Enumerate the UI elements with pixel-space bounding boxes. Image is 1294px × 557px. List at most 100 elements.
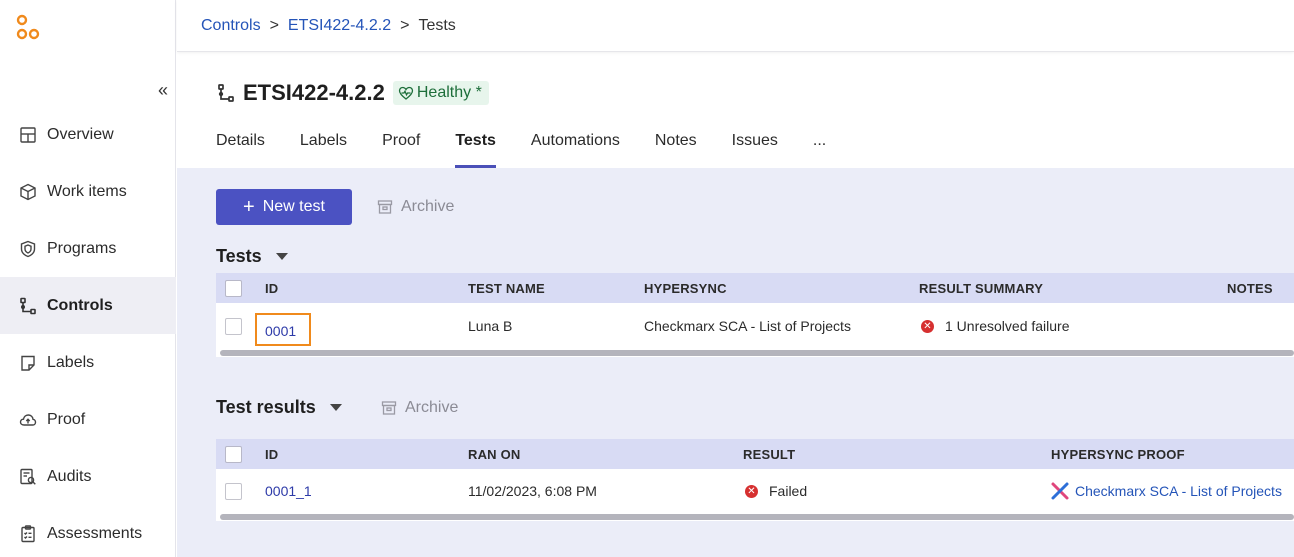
- chevron-down-icon[interactable]: [275, 253, 288, 260]
- clipboard-icon: [19, 524, 37, 543]
- column-header-result-summary[interactable]: RESULT SUMMARY: [919, 281, 1043, 296]
- tab-more[interactable]: ...: [813, 130, 826, 168]
- tab-bar: Details Labels Proof Tests Automations N…: [216, 130, 861, 168]
- table-row[interactable]: 0001 Luna B Checkmarx SCA - List of Proj…: [216, 303, 1294, 349]
- sidebar-item-label: Audits: [47, 467, 92, 485]
- tab-automations[interactable]: Automations: [531, 130, 620, 168]
- sidebar-item-label: Programs: [47, 239, 117, 257]
- tab-issues[interactable]: Issues: [732, 130, 778, 168]
- app-logo[interactable]: [14, 14, 42, 42]
- column-header-test-name[interactable]: TEST NAME: [468, 281, 545, 296]
- table-row[interactable]: 0001_1 11/02/2023, 6:08 PM ✕ Failed Chec…: [216, 469, 1294, 513]
- sidebar-item-assessments[interactable]: Assessments: [0, 505, 176, 557]
- sidebar-item-label: Overview: [47, 125, 114, 143]
- archive-icon: [381, 401, 397, 415]
- horizontal-scrollbar[interactable]: [216, 513, 1294, 521]
- tests-section-title: Tests: [216, 246, 288, 267]
- result-status: ✕ Failed: [745, 483, 807, 499]
- heart-pulse-icon: [398, 86, 414, 100]
- result-id-link[interactable]: 0001_1: [265, 483, 312, 499]
- sidebar-item-programs[interactable]: Programs: [0, 220, 176, 277]
- result-summary-text: 1 Unresolved failure: [945, 318, 1070, 334]
- select-all-checkbox[interactable]: [225, 445, 242, 463]
- sidebar-item-label: Controls: [47, 296, 113, 314]
- horizontal-scrollbar[interactable]: [216, 349, 1294, 357]
- breadcrumb-link-control[interactable]: ETSI422-4.2.2: [288, 17, 391, 35]
- label-icon: [19, 354, 37, 372]
- sidebar-item-label: Assessments: [47, 524, 143, 542]
- breadcrumb: Controls > ETSI422-4.2.2 > Tests: [177, 0, 1294, 52]
- status-badge-label: Healthy *: [416, 84, 482, 101]
- test-results-table: ID RAN ON RESULT HYPERSYNC PROOF 0001_1 …: [216, 439, 1294, 521]
- column-header-id[interactable]: ID: [265, 447, 278, 462]
- column-header-notes[interactable]: NOTES: [1227, 281, 1273, 296]
- page-header: ETSI422-4.2.2 Healthy *: [217, 80, 489, 106]
- column-header-ran-on[interactable]: RAN ON: [468, 447, 520, 462]
- section-title-text: Tests: [216, 246, 262, 266]
- test-results-section-title: Test results: [216, 397, 342, 418]
- tests-table: ID TEST NAME HYPERSYNC RESULT SUMMARY NO…: [216, 273, 1294, 357]
- column-header-result[interactable]: RESULT: [743, 447, 795, 462]
- archive-icon: [377, 200, 393, 214]
- sidebar-item-labels[interactable]: Labels: [0, 334, 176, 391]
- error-icon: ✕: [745, 484, 758, 498]
- controls-icon: [19, 297, 37, 315]
- overview-icon: [19, 126, 37, 144]
- scrollbar-thumb[interactable]: [220, 350, 1294, 356]
- plus-icon: +: [243, 196, 255, 218]
- breadcrumb-separator: >: [269, 16, 279, 34]
- main-content: + New test Archive Tests ID TEST NAME HY…: [177, 168, 1294, 557]
- archive-button[interactable]: Archive: [377, 198, 454, 216]
- scrollbar-thumb[interactable]: [220, 514, 1294, 520]
- shield-icon: [19, 240, 37, 258]
- test-id-link[interactable]: 0001: [265, 323, 296, 339]
- sidebar-item-controls[interactable]: Controls: [0, 277, 176, 334]
- tab-labels[interactable]: Labels: [300, 130, 347, 168]
- breadcrumb-separator: >: [400, 16, 410, 34]
- test-name: Luna B: [468, 318, 513, 334]
- collapse-sidebar-button[interactable]: «: [158, 80, 168, 101]
- tab-details[interactable]: Details: [216, 130, 265, 168]
- error-icon: ✕: [921, 319, 934, 333]
- ran-on: 11/02/2023, 6:08 PM: [468, 483, 597, 499]
- sidebar-item-overview[interactable]: Overview: [0, 106, 176, 163]
- sidebar-item-proof[interactable]: Proof: [0, 391, 176, 448]
- sidebar-item-audits[interactable]: Audits: [0, 448, 176, 505]
- select-all-checkbox[interactable]: [225, 279, 242, 297]
- row-checkbox[interactable]: [225, 482, 242, 500]
- checkmarx-logo-icon: [1051, 482, 1069, 500]
- archive-results-button[interactable]: Archive: [381, 399, 458, 417]
- sidebar-nav: Overview Work items Programs Controls La…: [0, 106, 176, 557]
- audits-icon: [19, 468, 37, 486]
- table-header: ID TEST NAME HYPERSYNC RESULT SUMMARY NO…: [216, 273, 1294, 303]
- column-header-hypersync-proof[interactable]: HYPERSYNC PROOF: [1051, 447, 1185, 462]
- tab-proof[interactable]: Proof: [382, 130, 420, 168]
- tab-notes[interactable]: Notes: [655, 130, 697, 168]
- sidebar-item-label: Labels: [47, 353, 95, 371]
- controls-icon: [218, 84, 234, 102]
- breadcrumb-link-controls[interactable]: Controls: [201, 17, 261, 35]
- tab-tests[interactable]: Tests: [455, 130, 496, 168]
- archive-label: Archive: [405, 399, 459, 416]
- sidebar-item-work-items[interactable]: Work items: [0, 163, 176, 220]
- breadcrumb-current: Tests: [418, 16, 456, 34]
- hypersync-proof-link[interactable]: Checkmarx SCA - List of Projects: [1050, 481, 1282, 501]
- column-header-hypersync[interactable]: HYPERSYNC: [644, 281, 727, 296]
- status-badge[interactable]: Healthy *: [392, 81, 489, 105]
- result-status-text: Failed: [769, 483, 808, 499]
- result-summary: ✕ 1 Unresolved failure: [921, 318, 1070, 334]
- box-icon: [19, 183, 37, 201]
- row-checkbox[interactable]: [225, 317, 242, 335]
- section-title-text: Test results: [216, 397, 316, 417]
- sidebar-item-label: Proof: [47, 410, 86, 428]
- column-header-id[interactable]: ID: [265, 281, 278, 296]
- page-title: ETSI422-4.2.2: [243, 80, 385, 105]
- sidebar: « Overview Work items Programs Controls: [0, 0, 176, 557]
- table-header: ID RAN ON RESULT HYPERSYNC PROOF: [216, 439, 1294, 469]
- hypersync-proof-text: Checkmarx SCA - List of Projects: [1075, 483, 1282, 499]
- new-test-label: New test: [262, 198, 325, 215]
- hypersync-name: Checkmarx SCA - List of Projects: [644, 318, 851, 334]
- sidebar-item-label: Work items: [47, 182, 127, 200]
- chevron-down-icon[interactable]: [329, 404, 342, 411]
- new-test-button[interactable]: + New test: [216, 189, 352, 225]
